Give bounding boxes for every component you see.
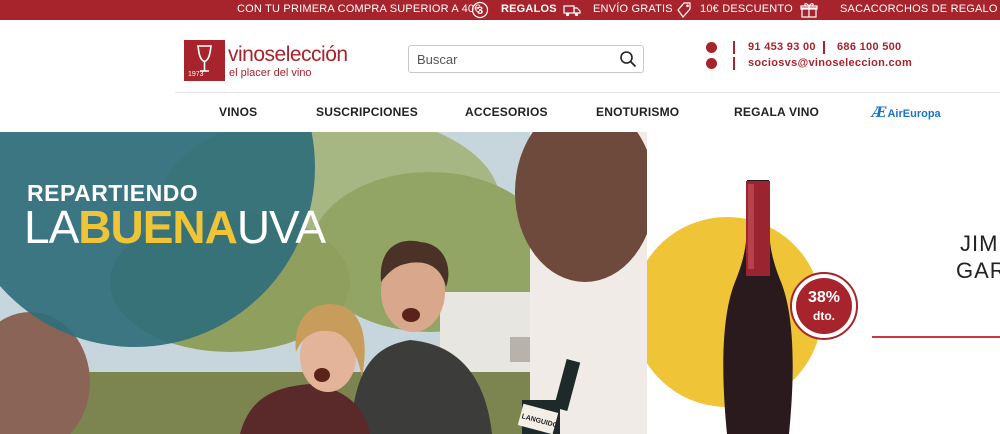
product-name-line2: GAR: [956, 258, 1000, 283]
hero-photo: REPARTIENDO LABUENAUVA LANGUIDO: [0, 132, 647, 434]
nav-item-regala-vino[interactable]: REGALA VINO: [734, 105, 819, 119]
logo-year: 1973: [188, 71, 204, 78]
svg-text:3: 3: [477, 5, 483, 17]
nav-item-accesorios[interactable]: ACCESORIOS: [465, 105, 548, 119]
email-link[interactable]: sociosvs@vinoseleccion.com: [748, 57, 912, 69]
logo-tagline: el placer del vino: [229, 67, 312, 79]
product-name-line1: JIM: [960, 231, 999, 256]
tag-icon: [675, 1, 693, 19]
nav-item-enoturismo[interactable]: ENOTURISMO: [596, 105, 679, 119]
promo-gifts: REGALOS: [501, 3, 557, 15]
site-header: 1973 vinoselección el placer del vino 91…: [0, 20, 1000, 92]
promo-first-purchase: CON TU PRIMERA COMPRA SUPERIOR A 40€: [237, 3, 481, 15]
promo-free-shipping: ENVÍO GRATIS: [593, 3, 673, 15]
search-input[interactable]: [409, 46, 609, 72]
number-3-icon: 3: [471, 1, 489, 19]
truck-icon: [563, 1, 581, 19]
logo-name: vinoselección: [228, 43, 348, 66]
teal-circle-shape: [0, 132, 315, 347]
promo-bar: CON TU PRIMERA COMPRA SUPERIOR A 40€ 3 R…: [0, 0, 1000, 20]
aireuropa-label: AirEuropa: [887, 108, 941, 120]
promo-discount: 10€ DESCUENTO: [700, 3, 793, 15]
slogan-uva: UVA: [236, 201, 326, 253]
search-box: [408, 45, 644, 73]
logo[interactable]: 1973 vinoselección el placer del vino: [184, 40, 374, 82]
discount-label: dto.: [813, 309, 835, 323]
promo-corkscrew: SACACORCHOS DE REGALO: [840, 3, 998, 15]
separator: [733, 41, 735, 54]
phone-number-1[interactable]: 91 453 93 00: [748, 41, 816, 53]
separator: [823, 41, 825, 54]
aireuropa-logo-mark: Æ: [872, 105, 887, 121]
nav-item-suscripciones[interactable]: SUSCRIPCIONES: [316, 105, 418, 119]
discount-badge: 38% dto.: [790, 272, 858, 340]
nav-item-vinos[interactable]: VINOS: [219, 105, 257, 119]
gift-icon: [800, 1, 818, 19]
hero-banner[interactable]: REPARTIENDO LABUENAUVA LANGUIDO 38% dto.…: [0, 132, 1000, 434]
email-icon: [706, 58, 717, 69]
slogan-la: LA: [24, 201, 79, 253]
logo-mark: 1973: [184, 40, 225, 81]
nav-item-aireuropa[interactable]: ÆAirEuropa: [872, 105, 941, 121]
search-icon[interactable]: [619, 50, 637, 68]
hero-slogan-line2: LABUENAUVA: [24, 201, 326, 253]
phone-number-2[interactable]: 686 100 500: [837, 41, 901, 53]
separator: [733, 57, 735, 70]
main-nav: VINOS SUSCRIPCIONES ACCESORIOS ENOTURISM…: [0, 93, 1000, 132]
slogan-buena: BUENA: [78, 201, 238, 253]
phone-icon: [706, 42, 717, 53]
discount-percent: 38%: [807, 289, 841, 306]
product-divider: [872, 336, 1000, 338]
